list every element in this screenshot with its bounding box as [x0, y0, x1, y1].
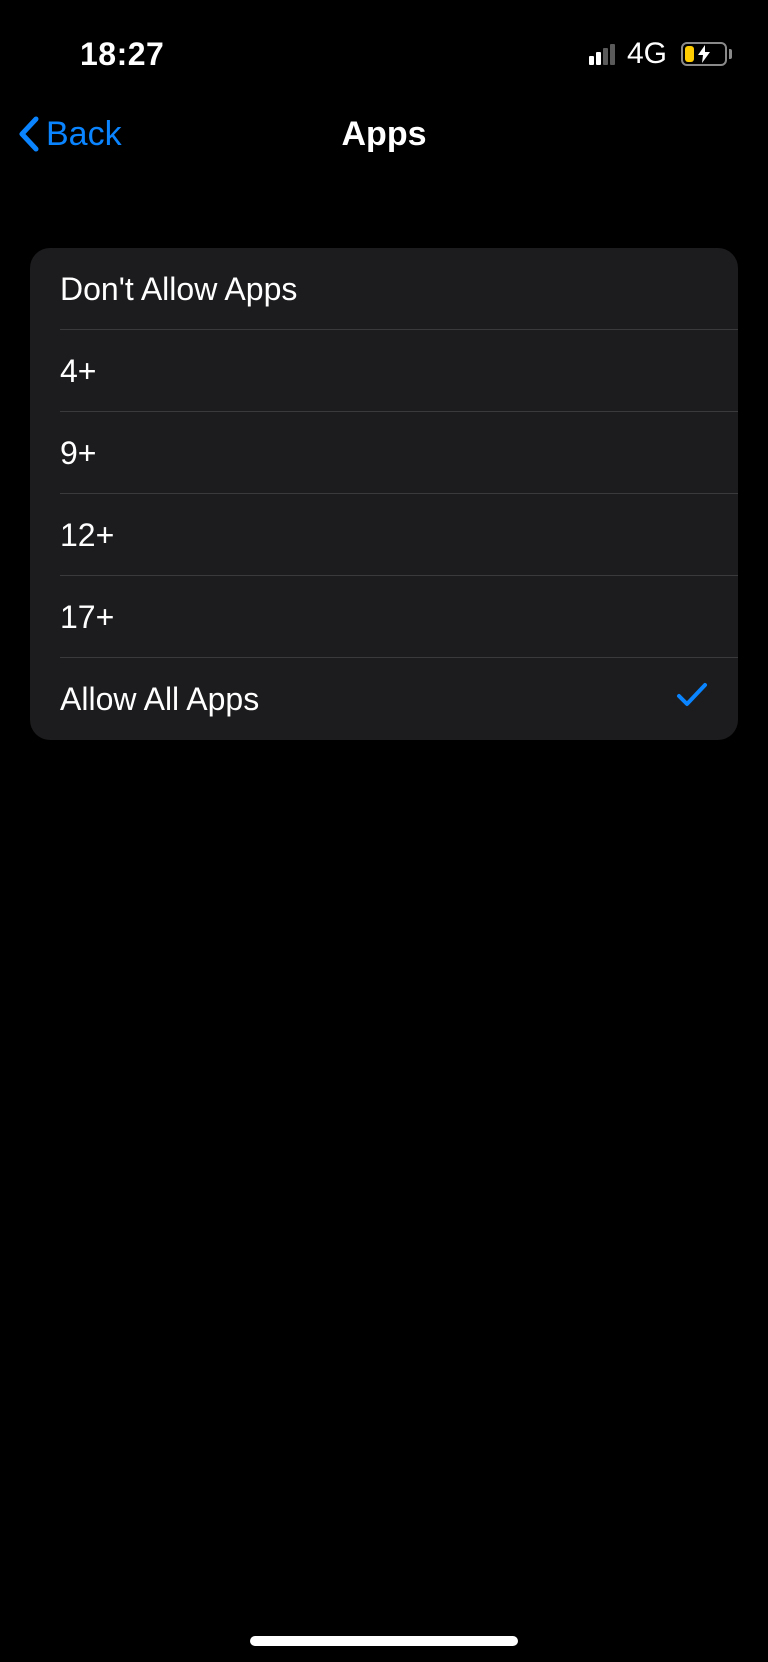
back-label: Back [46, 115, 122, 154]
option-17plus[interactable]: 17+ [30, 576, 738, 658]
option-dont-allow[interactable]: Don't Allow Apps [30, 248, 738, 330]
cellular-signal-icon [589, 43, 615, 65]
options-list: Don't Allow Apps 4+ 9+ 12+ 17+ Allow All… [30, 248, 738, 740]
option-label: 4+ [60, 353, 96, 390]
content-area: Don't Allow Apps 4+ 9+ 12+ 17+ Allow All… [0, 178, 768, 740]
navigation-bar: Back Apps [0, 90, 768, 178]
back-button[interactable]: Back [0, 115, 122, 154]
option-12plus[interactable]: 12+ [30, 494, 738, 576]
option-4plus[interactable]: 4+ [30, 330, 738, 412]
option-allow-all[interactable]: Allow All Apps [30, 658, 738, 740]
status-bar: 18:27 4G [0, 0, 768, 80]
option-label: 17+ [60, 599, 114, 636]
status-time: 18:27 [80, 36, 164, 73]
option-label: Don't Allow Apps [60, 271, 297, 308]
battery-icon [681, 42, 732, 66]
checkmark-icon [676, 680, 708, 718]
network-type: 4G [627, 37, 667, 71]
option-label: 9+ [60, 435, 96, 472]
home-indicator[interactable] [250, 1636, 518, 1646]
option-label: 12+ [60, 517, 114, 554]
page-title: Apps [342, 115, 427, 154]
status-right: 4G [589, 37, 732, 71]
option-label: Allow All Apps [60, 681, 259, 718]
option-9plus[interactable]: 9+ [30, 412, 738, 494]
chevron-left-icon [16, 115, 40, 153]
charging-bolt-icon [697, 45, 711, 63]
